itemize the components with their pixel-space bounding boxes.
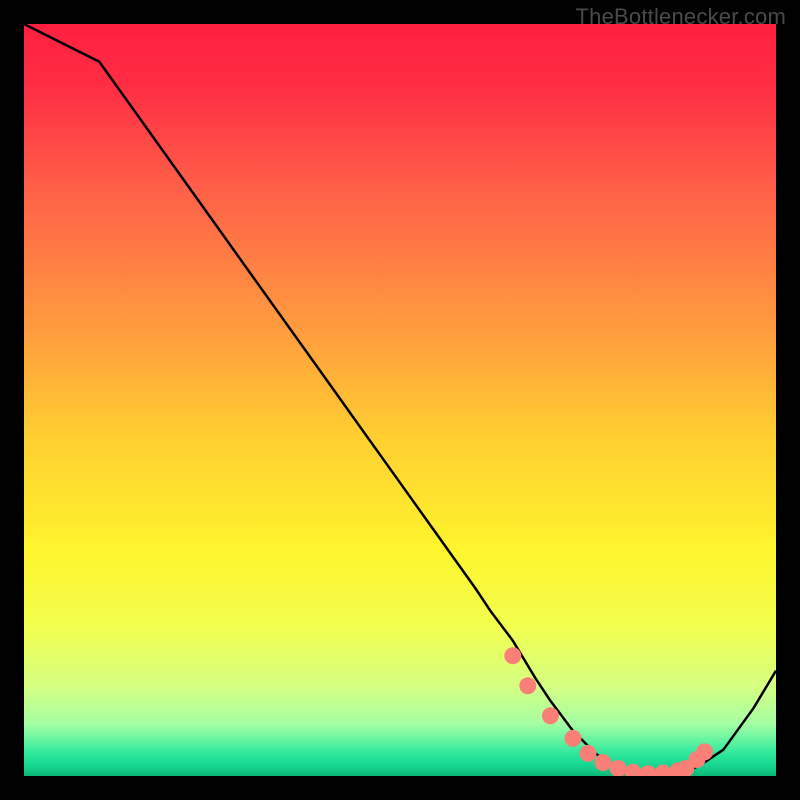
chart-svg bbox=[24, 24, 776, 776]
curve-marker bbox=[519, 677, 536, 694]
curve-marker bbox=[580, 745, 597, 762]
watermark-text: TheBottlenecker.com bbox=[576, 4, 786, 30]
plot-area bbox=[24, 24, 776, 776]
curve-marker bbox=[696, 743, 713, 760]
gradient-background bbox=[24, 24, 776, 776]
curve-marker bbox=[542, 707, 559, 724]
curve-marker bbox=[504, 647, 521, 664]
chart-container: TheBottlenecker.com bbox=[0, 0, 800, 800]
curve-marker bbox=[565, 730, 582, 747]
curve-marker bbox=[595, 754, 612, 771]
